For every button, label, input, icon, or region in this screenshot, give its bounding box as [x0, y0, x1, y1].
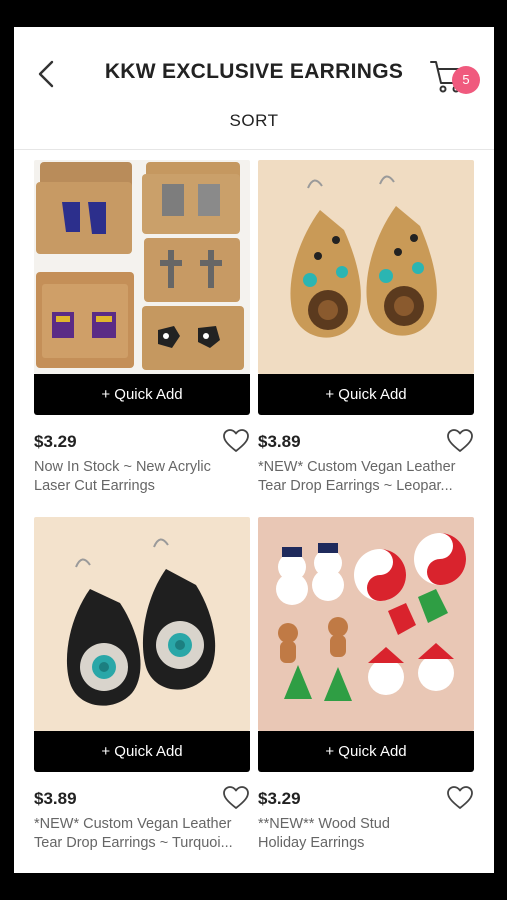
quick-add-button[interactable]: + Quick Add	[34, 731, 250, 772]
product-price: $3.89	[258, 432, 301, 451]
product-photo-turquoise-teardrop-earrings	[34, 517, 250, 731]
product-photo-acrylic-earrings	[34, 160, 250, 374]
product-name-line: *NEW* Custom Vegan Leather	[34, 816, 232, 832]
quick-add-button[interactable]: + Quick Add	[258, 731, 474, 772]
quick-add-button[interactable]: + Quick Add	[258, 374, 474, 415]
sort-button[interactable]: SORT	[14, 111, 494, 131]
cart-button[interactable]: 5	[428, 55, 484, 99]
product-name-line: *NEW* Custom Vegan Leather	[258, 459, 456, 475]
product-name-line: **NEW** Wood Stud	[258, 816, 390, 832]
product-price: $3.29	[34, 432, 77, 451]
app-screen: KKW EXCLUSIVE EARRINGS 5 SORT + Quick Ad…	[14, 27, 494, 873]
product-name-line: Holiday Earrings	[258, 835, 365, 851]
product-image[interactable]	[258, 517, 474, 731]
heart-outline-icon[interactable]	[446, 428, 474, 454]
product-name[interactable]: Now In Stock ~ New Acrylic Laser Cut Ear…	[34, 458, 250, 496]
product-name-line: Tear Drop Earrings ~ Leopar...	[258, 478, 453, 494]
heart-outline-icon[interactable]	[222, 785, 250, 811]
product-name[interactable]: *NEW* Custom Vegan Leather Tear Drop Ear…	[34, 815, 250, 853]
quick-add-button[interactable]: + Quick Add	[34, 374, 250, 415]
product-name-line: Tear Drop Earrings ~ Turquoi...	[34, 835, 233, 851]
heart-outline-icon[interactable]	[446, 785, 474, 811]
heart-outline-icon[interactable]	[222, 428, 250, 454]
product-price: $3.29	[258, 789, 301, 808]
product-name[interactable]: **NEW** Wood Stud Holiday Earrings	[258, 815, 474, 853]
product-image[interactable]	[34, 160, 250, 374]
product-image[interactable]	[34, 517, 250, 731]
cart-count-badge: 5	[452, 66, 480, 94]
product-name-line: Laser Cut Earrings	[34, 478, 155, 494]
product-name[interactable]: *NEW* Custom Vegan Leather Tear Drop Ear…	[258, 458, 474, 496]
product-price: $3.89	[34, 789, 77, 808]
header: KKW EXCLUSIVE EARRINGS 5 SORT	[14, 27, 494, 150]
product-photo-holiday-stud-earrings	[258, 517, 474, 731]
product-photo-leopard-teardrop-earrings	[258, 160, 474, 374]
page-title: KKW EXCLUSIVE EARRINGS	[104, 60, 404, 83]
product-image[interactable]	[258, 160, 474, 374]
product-name-line: Now In Stock ~ New Acrylic	[34, 459, 211, 475]
